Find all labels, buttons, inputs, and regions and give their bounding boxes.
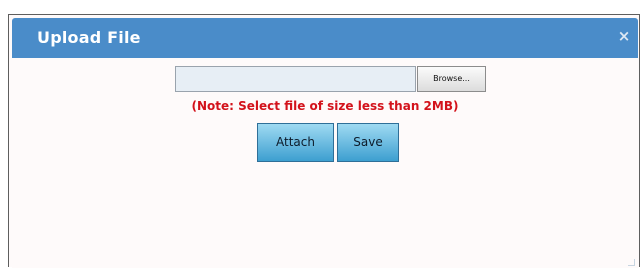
action-buttons: Attach Save	[257, 123, 399, 162]
file-path-field[interactable]	[175, 66, 416, 92]
upload-file-dialog: Upload File × Browse... (Note: Select fi…	[8, 14, 640, 268]
close-icon[interactable]: ×	[617, 27, 631, 45]
attach-button[interactable]: Attach	[257, 123, 334, 162]
dialog-titlebar[interactable]: Upload File ×	[12, 18, 638, 58]
dialog-content: Browse... (Note: Select file of size les…	[12, 58, 638, 268]
browse-button[interactable]: Browse...	[417, 66, 486, 92]
dialog-title: Upload File	[37, 28, 141, 47]
resize-grip-icon[interactable]	[628, 259, 635, 266]
file-input-row: Browse...	[175, 66, 486, 92]
file-size-note: (Note: Select file of size less than 2MB…	[191, 99, 459, 113]
save-button[interactable]: Save	[337, 123, 399, 162]
